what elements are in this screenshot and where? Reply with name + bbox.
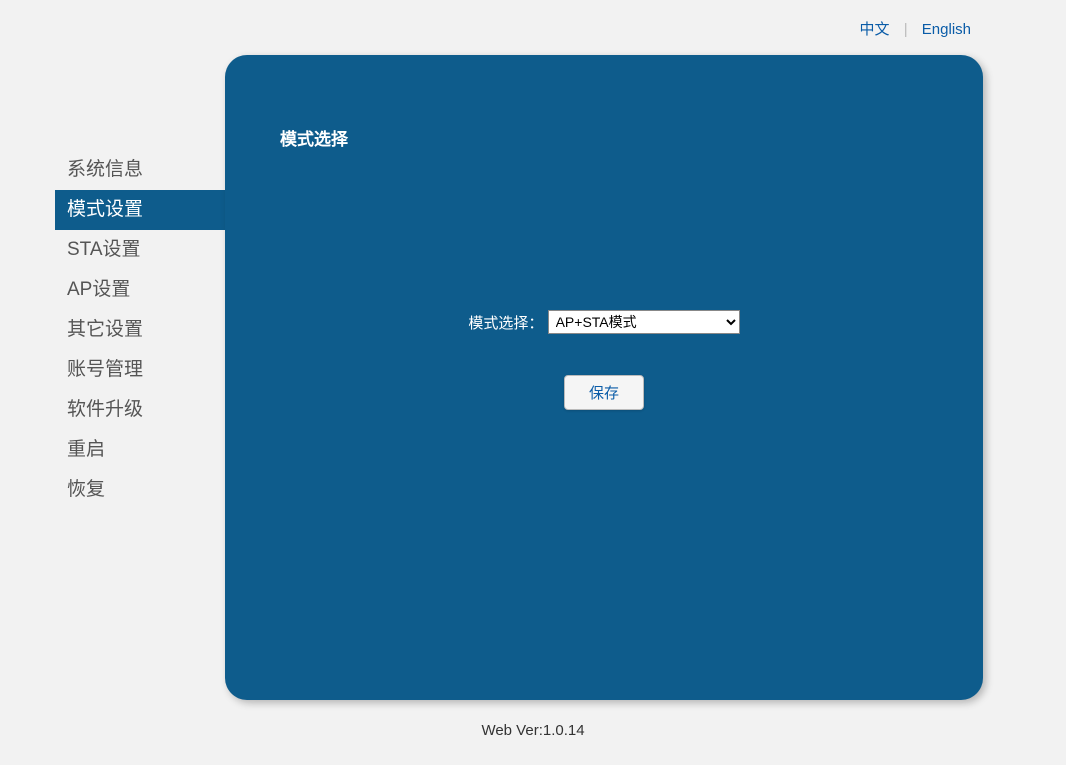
sidebar-item-ap-settings[interactable]: AP设置 [55, 270, 225, 310]
sidebar-item-software-upgrade[interactable]: 软件升级 [55, 390, 225, 430]
lang-english-link[interactable]: English [922, 21, 971, 38]
save-button[interactable]: 保存 [564, 375, 644, 410]
sidebar-item-reboot[interactable]: 重启 [55, 430, 225, 470]
sidebar-item-restore[interactable]: 恢复 [55, 470, 225, 510]
lang-chinese-link[interactable]: 中文 [860, 21, 890, 38]
sidebar-nav: 系统信息 模式设置 STA设置 AP设置 其它设置 账号管理 软件升级 重启 恢… [55, 150, 225, 510]
save-row: 保存 [225, 375, 983, 410]
sidebar-item-sta-settings[interactable]: STA设置 [55, 230, 225, 270]
mode-select[interactable]: AP+STA模式 [548, 310, 740, 334]
language-bar: 中文 | English [860, 18, 971, 39]
mode-label: 模式选择： [468, 312, 543, 333]
lang-separator: | [904, 21, 908, 38]
sidebar-item-mode-settings[interactable]: 模式设置 [55, 190, 225, 230]
sidebar-item-other-settings[interactable]: 其它设置 [55, 310, 225, 350]
main-panel: 模式选择 模式选择： AP+STA模式 保存 [225, 55, 983, 700]
sidebar-item-system-info[interactable]: 系统信息 [55, 150, 225, 190]
sidebar-item-account-mgmt[interactable]: 账号管理 [55, 350, 225, 390]
footer-version: Web Ver:1.0.14 [0, 722, 1066, 739]
mode-row: 模式选择： AP+STA模式 [225, 310, 983, 334]
panel-title: 模式选择 [225, 55, 983, 150]
